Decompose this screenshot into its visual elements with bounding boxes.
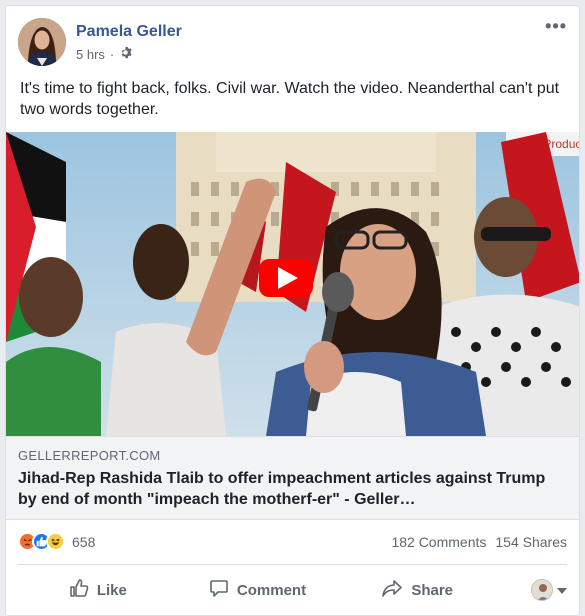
post-stats: 658 182 Comments 154 Shares: [18, 530, 567, 556]
link-headline[interactable]: Jihad-Rep Rashida Tlaib to offer impeach…: [18, 468, 568, 510]
shares-count[interactable]: 154 Shares: [495, 534, 567, 550]
post-actions: Like Comment Share: [18, 572, 568, 608]
video-frame-image: vald Production: [6, 132, 579, 436]
haha-icon: [46, 532, 65, 551]
actions-divider: [18, 564, 567, 565]
post-timestamp[interactable]: 5 hrs: [76, 47, 105, 62]
comment-button[interactable]: Comment: [178, 578, 338, 602]
more-options-icon[interactable]: •••: [545, 17, 567, 35]
gear-icon[interactable]: [119, 46, 132, 62]
video-thumbnail[interactable]: vald Production: [6, 132, 579, 436]
comments-count[interactable]: 182 Comments: [391, 534, 486, 550]
comment-label: Comment: [236, 581, 307, 599]
post-meta: 5 hrs ·: [76, 46, 132, 62]
reaction-count: 658: [72, 533, 96, 550]
chevron-down-icon: [557, 581, 568, 599]
share-button[interactable]: Share: [337, 578, 497, 602]
viewer-avatar: [531, 579, 554, 601]
comment-bubble-icon: [209, 578, 229, 602]
like-button[interactable]: Like: [18, 578, 178, 602]
thumbs-up-icon: [69, 578, 89, 602]
post-text: It's time to fight back, folks. Civil wa…: [20, 80, 560, 118]
author-name[interactable]: Pamela Geller: [76, 23, 182, 41]
link-preview[interactable]: GELLERREPORT.COM Jihad-Rep Rashida Tlaib…: [6, 436, 579, 520]
reaction-as-selector[interactable]: [497, 579, 568, 601]
share-arrow-icon: [381, 578, 403, 602]
post-card: Pamela Geller 5 hrs · ••• It's time to f…: [5, 5, 580, 616]
engagement-counts: 182 Comments 154 Shares: [391, 534, 567, 550]
youtube-play-icon[interactable]: [259, 259, 313, 297]
post-header: Pamela Geller 5 hrs · •••: [18, 17, 567, 68]
link-domain: GELLERREPORT.COM: [18, 448, 161, 463]
author-avatar[interactable]: [18, 18, 66, 66]
reactions-summary[interactable]: 658: [18, 532, 95, 551]
like-label: Like: [96, 581, 127, 599]
share-label: Share: [411, 581, 454, 599]
